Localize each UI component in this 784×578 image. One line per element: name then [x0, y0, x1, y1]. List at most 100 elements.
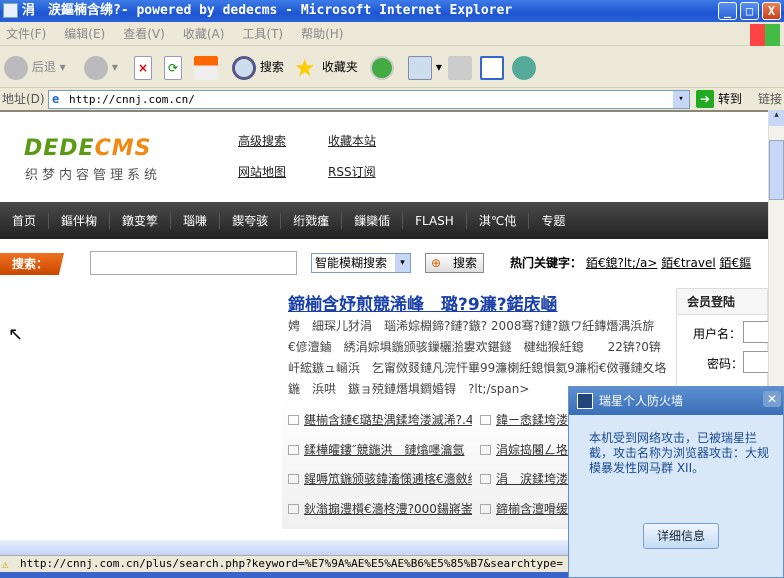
news-item[interactable]: 鍖椾含鏈€璐垫湡鍒垮溇滅浠?.46 — [288, 411, 472, 428]
window-title: 涓 涙鏂楠含绋?- powered by dedecms - Microsoft… — [22, 3, 513, 18]
menu-bar: 文件(F) 编辑(E) 查看(V) 收藏(A) 工具(T) 帮助(H) — [0, 22, 784, 46]
nav-item-topics[interactable]: 专题 — [529, 213, 577, 229]
warning-icon: ⚠ — [2, 558, 9, 571]
nav-item[interactable]: 瑙嗛 — [171, 212, 221, 229]
history-icon — [370, 55, 394, 80]
page-icon — [3, 3, 18, 18]
magnifier-icon — [232, 55, 256, 80]
search-button[interactable]: 搜索 — [232, 54, 284, 80]
news-item[interactable]: 鍟嗕笟鍦颁骇鍏滀憡逋楁€濇斂绛 — [288, 470, 472, 487]
firewall-header: 瑞星个人防火墙 ✕ — [569, 387, 783, 415]
menu-view[interactable]: 查看(V) — [123, 27, 165, 41]
logo-accent: CMS — [94, 136, 152, 161]
mail-icon — [408, 55, 432, 80]
title-bar: 涓 涙鏂楠含绋?- powered by dedecms - Microsoft… — [0, 0, 784, 22]
messenger-icon — [512, 55, 536, 80]
sitemap-link[interactable]: 网站地图 — [238, 163, 286, 180]
username-input[interactable] — [743, 321, 768, 343]
stop-button[interactable]: × — [134, 54, 152, 80]
search-submit-button[interactable]: ⊕ 搜索 — [425, 253, 484, 273]
menu-file[interactable]: 文件(F) — [6, 27, 46, 41]
hot-keyword-link[interactable]: 銆€鏂 — [720, 256, 752, 270]
back-arrow-icon — [4, 55, 28, 80]
news-item[interactable]: 鍗椾含澶嗗缓 — [480, 500, 570, 517]
chevron-down-icon: ▾ — [395, 254, 410, 272]
search-mode-value: 智能模糊搜索 — [315, 256, 388, 270]
forward-arrow-icon — [84, 55, 108, 80]
details-button[interactable]: 详细信息 — [643, 523, 719, 549]
advanced-search-link[interactable]: 高级搜索 — [238, 132, 286, 149]
print-button[interactable] — [448, 54, 472, 80]
logo-subtitle: 织梦内容管理系统 — [25, 168, 162, 183]
edit-button[interactable] — [480, 54, 504, 80]
news-item[interactable]: 鍒樺皬鏤″競鍦洪 鏈熻嚜瀹氬 — [288, 441, 472, 458]
logo-text: DEDE — [24, 136, 95, 161]
toolbar: 后退 ▾ ▾ × ⟳ 搜索 ★ 收藏夹 ▾ — [0, 46, 784, 88]
home-icon — [194, 55, 218, 80]
nav-item[interactable]: 鐓变箰 — [110, 212, 172, 229]
news-item[interactable]: 涓婃捣闂ㄥ垎 — [480, 441, 570, 458]
rss-link[interactable]: RSS订阅 — [328, 163, 376, 180]
scroll-thumb[interactable] — [769, 140, 784, 200]
refresh-button[interactable]: ⟳ — [164, 54, 182, 80]
nav-item[interactable]: 淇℃伅 — [467, 212, 530, 229]
favorites-button[interactable]: ★ 收藏夹 — [294, 54, 358, 80]
address-dropdown-icon[interactable]: ▾ — [673, 91, 689, 108]
nav-item[interactable]: 鍥夸骇 — [220, 212, 282, 229]
mail-button[interactable]: ▾ — [408, 54, 442, 80]
magnifier-icon: ⊕ — [431, 256, 442, 270]
hot-keyword-link[interactable]: 銆€鎴?lt;/a> — [586, 256, 658, 270]
password-label: 密码： — [707, 357, 744, 371]
close-button[interactable]: X — [762, 2, 781, 20]
dedecms-logo[interactable]: DEDECMS — [24, 136, 151, 161]
headline-link[interactable]: 鍗椾含妤煎競浠峰 璐?9濂?鍩庡崡 — [288, 290, 558, 315]
menu-tools[interactable]: 工具(T) — [242, 27, 283, 41]
news-item[interactable]: 鈥滃搧澧櫍€濇柊澧?000鍚嶈崟 — [288, 500, 472, 517]
firewall-message: 本机受到网络攻击，已被瑞星拦截，攻击名称为浏览器攻击：大规模暴发性网马群 XII… — [589, 431, 770, 475]
status-url: http://cnnj.com.cn/plus/search.php?keywo… — [20, 557, 564, 570]
menu-favorites[interactable]: 收藏(A) — [183, 27, 225, 41]
windows-logo-icon — [750, 24, 780, 46]
address-input[interactable]: e http://cnnj.com.cn/ ▾ — [48, 90, 690, 109]
login-title: 会员登陆 — [677, 289, 767, 315]
home-button[interactable] — [194, 54, 218, 80]
ie-page-icon: e — [52, 92, 60, 106]
news-item[interactable]: 鍏ㄧ悆鍒垮溇 — [480, 411, 570, 428]
maximize-button[interactable]: □ — [740, 2, 759, 20]
close-icon[interactable]: ✕ — [763, 391, 781, 407]
mouse-cursor-icon: ↖ — [8, 324, 24, 345]
links-button[interactable]: 链接 — [758, 88, 782, 110]
scroll-up-icon[interactable]: ▴ — [769, 110, 784, 126]
search-mode-select[interactable]: 智能模糊搜索 ▾ — [311, 253, 411, 273]
hot-keywords: 热门关键字： 銆€鎴?lt;/a> 銆€travel 銆€鏂 — [510, 253, 751, 273]
username-label: 用户名： — [693, 327, 742, 341]
nav-item-flash[interactable]: FLASH — [403, 212, 467, 229]
forward-button[interactable]: ▾ — [84, 54, 118, 80]
address-url: http://cnnj.com.cn/ — [69, 93, 195, 106]
star-icon: ★ — [294, 53, 316, 82]
news-item[interactable]: 涓 涙鍒垮溇 — [480, 470, 570, 487]
stop-icon: × — [134, 55, 152, 80]
password-input[interactable] — [743, 351, 768, 373]
menu-help[interactable]: 帮助(H) — [301, 27, 343, 41]
messenger-button[interactable] — [512, 54, 536, 80]
back-button[interactable]: 后退 ▾ — [4, 54, 66, 80]
nav-item[interactable]: 鏂伴椈 — [49, 212, 111, 229]
nav-item[interactable]: 首页 — [0, 212, 50, 229]
bookmark-link[interactable]: 收藏本站 — [328, 132, 376, 149]
search-input[interactable] — [90, 251, 297, 275]
back-label: 后退 — [31, 60, 56, 74]
nav-item[interactable]: 绗戣瘽 — [281, 212, 343, 229]
nav-item[interactable]: 鏁欒偛 — [342, 212, 404, 229]
address-label: 地址(D) — [2, 92, 45, 106]
minimize-button[interactable]: _ — [718, 2, 737, 20]
hot-keyword-link[interactable]: 銆€travel — [661, 256, 715, 270]
hot-keywords-label: 热门关键字： — [510, 256, 583, 270]
search-button-label: 搜索 — [452, 256, 477, 270]
go-arrow-icon: ➔ — [696, 90, 714, 108]
main-nav: 首页 鏂伴椈 鐓变箰 瑙嗛 鍥夸骇 绗戣瘽 鏁欒偛 FLASH 淇℃伅 专题 — [0, 202, 768, 239]
go-button[interactable]: 转到 — [718, 88, 742, 110]
menu-edit[interactable]: 编辑(E) — [64, 27, 105, 41]
history-button[interactable] — [370, 54, 394, 80]
search-label: 搜索： — [0, 253, 64, 275]
